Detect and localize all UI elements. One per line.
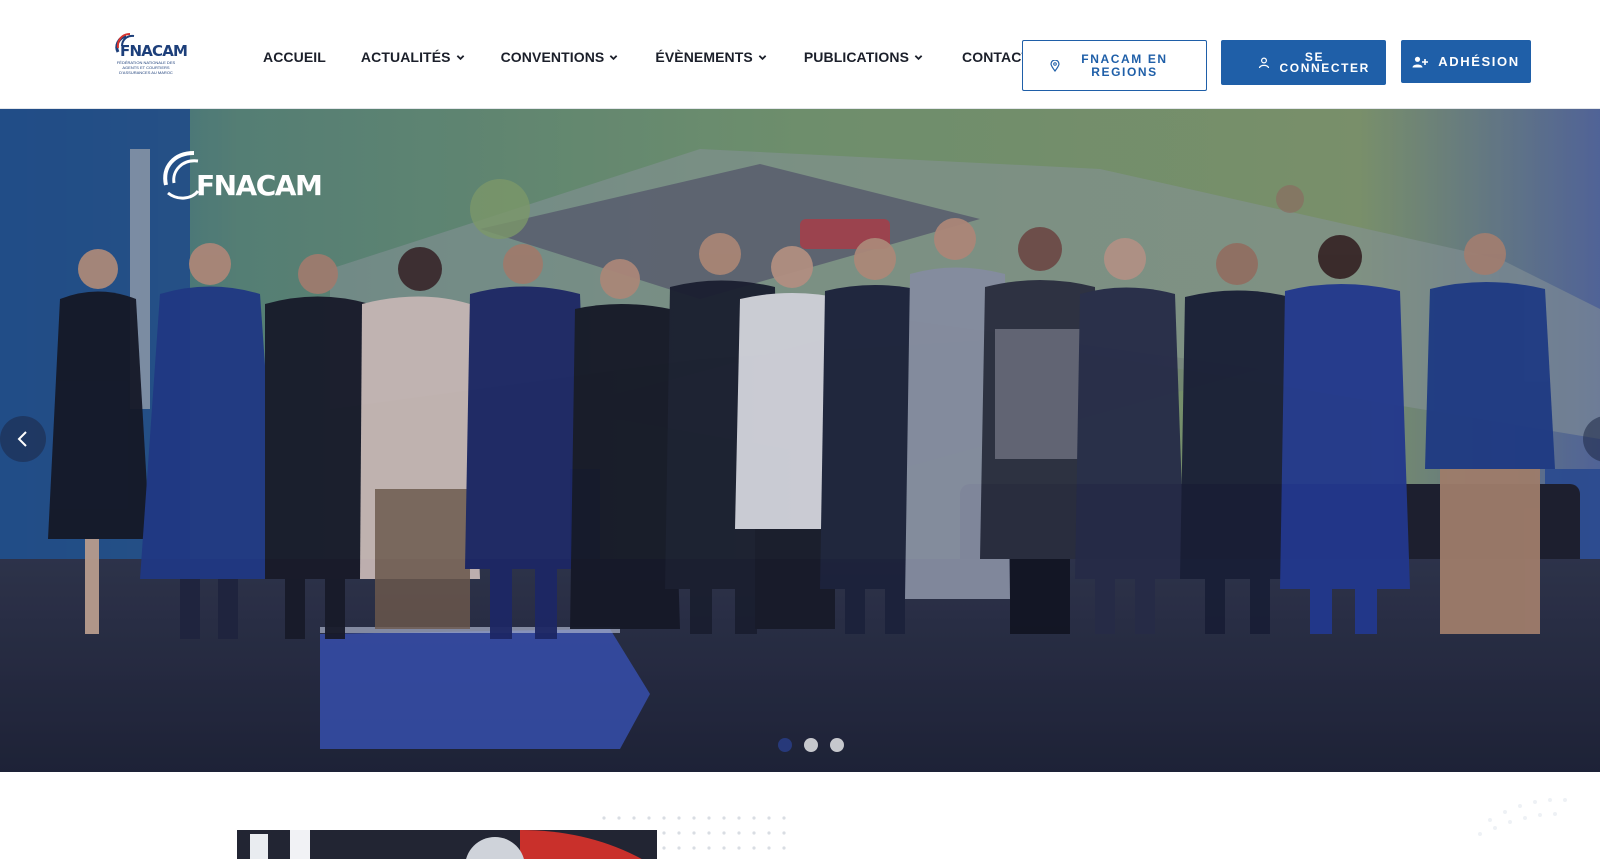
login-label: SE CONNECTER <box>1279 49 1370 75</box>
nav-item-accueil[interactable]: ACCUEIL <box>263 47 326 67</box>
chevron-down-icon <box>914 54 923 60</box>
about-section <box>0 772 1600 859</box>
nav-label: CONTACT <box>962 49 1031 65</box>
chevron-down-icon <box>610 54 618 60</box>
user-icon <box>1258 56 1270 69</box>
nav-item-contact[interactable]: CONTACT <box>962 47 1030 67</box>
nav-label: ÉVÈNEMENTS <box>655 49 753 65</box>
nav-item-actualites[interactable]: ACTUALITÉS <box>361 47 465 67</box>
adhesion-label: ADHÉSION <box>1438 54 1520 69</box>
hero-slider: FNACAM <box>0 109 1600 772</box>
nav-label: PUBLICATIONS <box>803 49 910 65</box>
nav-label: CONVENTIONS <box>500 49 605 65</box>
site-header: FNACAM FÉDÉRATION NATIONALE DES AGENTS E… <box>0 0 1600 109</box>
slider-prev-button[interactable] <box>0 416 46 462</box>
slider-dot-1[interactable] <box>778 738 792 752</box>
chevron-down-icon <box>456 54 464 60</box>
logo-subtitle: FÉDÉRATION NATIONALE DES AGENTS ET COURT… <box>116 60 176 75</box>
hero-fnacam-logo: FNACAM <box>158 149 323 205</box>
chevron-left-icon <box>17 431 27 447</box>
slider-dot-2[interactable] <box>804 738 818 752</box>
nav-item-conventions[interactable]: CONVENTIONS <box>501 47 619 67</box>
hero-overlay <box>0 109 1600 772</box>
hero-logo-wordmark: FNACAM <box>196 169 323 202</box>
nav-label: ACCUEIL <box>263 49 326 65</box>
right-decor <box>1478 798 1567 836</box>
nav-label: ACTUALITÉS <box>360 49 451 65</box>
fnacam-logo[interactable]: FNACAM FÉDÉRATION NATIONALE DES AGENTS E… <box>112 30 188 88</box>
nav-item-evenements[interactable]: ÉVÈNEMENTS <box>655 47 767 67</box>
nav-item-publications[interactable]: PUBLICATIONS <box>804 47 923 67</box>
about-section-decor <box>237 798 1567 859</box>
logo-wordmark: FNACAM <box>120 42 188 60</box>
main-nav: ACCUEIL ACTUALITÉS CONVENTIONS ÉVÈNEMENT… <box>263 47 1030 67</box>
regions-label: FNACAM EN REGIONS <box>1081 51 1168 79</box>
fnacam-regions-button[interactable]: FNACAM EN REGIONS <box>1022 40 1207 91</box>
login-button[interactable]: SE CONNECTER <box>1221 40 1386 85</box>
slider-dot-3[interactable] <box>830 738 844 752</box>
map-pin-icon <box>1049 59 1060 72</box>
slider-pagination <box>778 738 844 752</box>
user-plus-icon <box>1412 56 1429 68</box>
adhesion-button[interactable]: ADHÉSION <box>1401 40 1531 83</box>
about-photo-partial <box>237 830 657 859</box>
chevron-down-icon <box>758 54 767 60</box>
